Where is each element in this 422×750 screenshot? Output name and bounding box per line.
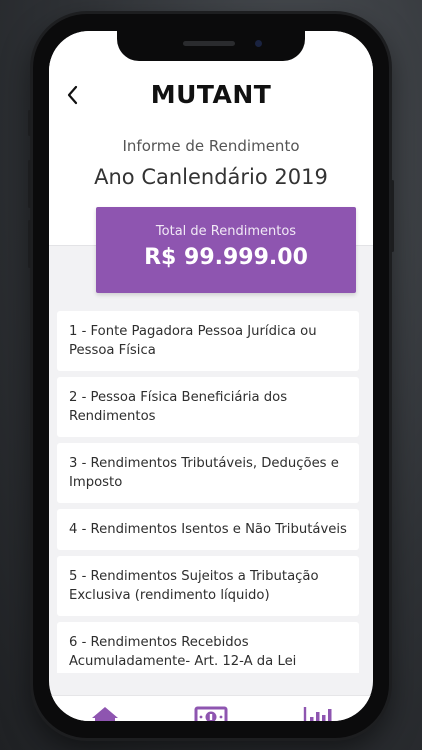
list-item-section-2[interactable]: 2 - Pessoa Física Beneficiária dos Rendi… [57, 377, 359, 437]
phone-screen: MUTANT Informe de Rendimento Ano Canlend… [49, 31, 373, 721]
speaker [183, 41, 235, 46]
total-income-value: R$ 99.999.00 [144, 245, 308, 270]
app-logo: MUTANT [150, 80, 272, 109]
tab-reports[interactable] [301, 704, 337, 721]
mute-switch [28, 110, 31, 136]
chevron-left-icon [67, 85, 78, 105]
power-button [391, 180, 394, 252]
bar-chart-icon [303, 707, 332, 721]
list-item-section-4[interactable]: 4 - Rendimentos Isentos e Não Tributávei… [57, 509, 359, 550]
total-income-card: Total de Rendimentos R$ 99.999.00 [96, 207, 356, 293]
list-item-section-1[interactable]: 1 - Fonte Pagadora Pessoa Jurídica ou Pe… [57, 311, 359, 371]
tab-home[interactable] [87, 704, 123, 721]
phone-frame: MUTANT Informe de Rendimento Ano Canlend… [28, 14, 394, 738]
volume-down-button [28, 220, 31, 268]
total-income-label: Total de Rendimentos [155, 224, 297, 239]
bottom-tab-bar [49, 695, 373, 721]
tab-income[interactable] [193, 704, 229, 721]
home-icon [92, 707, 118, 721]
back-button[interactable] [63, 83, 83, 107]
list-item-section-5[interactable]: 5 - Rendimentos Sujeitos a Tributação Ex… [57, 556, 359, 616]
notch [117, 31, 305, 61]
volume-up-button [28, 160, 31, 208]
report-label: Informe de Rendimento [122, 137, 300, 155]
year-title: Ano Canlendário 2019 [94, 165, 328, 189]
money-bill-icon [194, 706, 228, 721]
sections-list: 1 - Fonte Pagadora Pessoa Jurídica ou Pe… [57, 311, 359, 673]
list-item-section-3[interactable]: 3 - Rendimentos Tributáveis, Deduções e … [57, 443, 359, 503]
list-item-section-6[interactable]: 6 - Rendimentos Recebidos Acumuladamente… [57, 622, 359, 673]
front-camera [255, 40, 262, 47]
